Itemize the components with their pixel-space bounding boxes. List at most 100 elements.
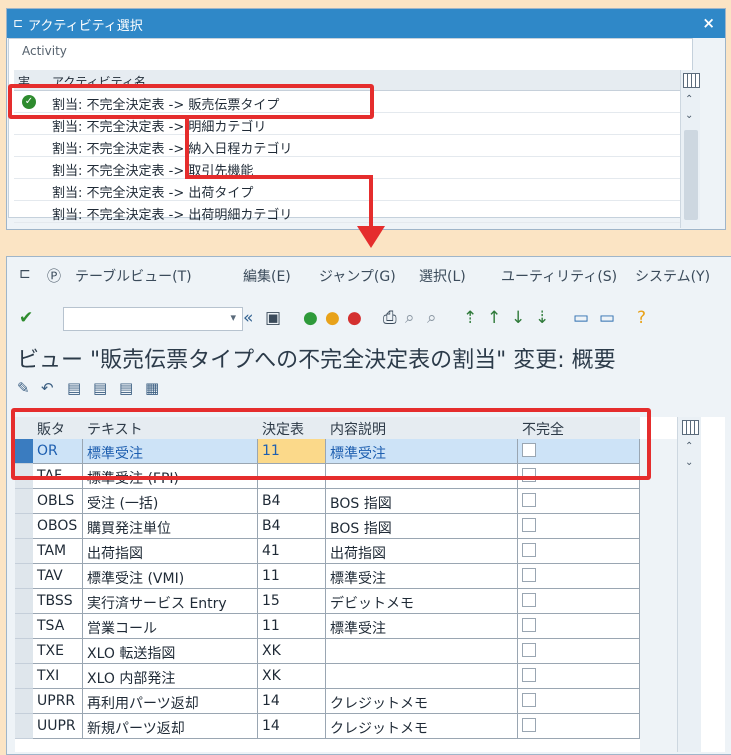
menu-icon[interactable]: ⊏ <box>19 266 31 282</box>
incomplete-checkbox[interactable] <box>522 668 536 682</box>
table-row[interactable]: OBLS 受注 (一括) B4 BOS 指図 <box>15 489 640 514</box>
cell-determination[interactable]: B4 <box>258 514 326 539</box>
cell-determination-text: XK <box>262 643 281 659</box>
activity-row[interactable]: 割当: 不完全決定表 -> 出荷タイプ <box>14 179 680 201</box>
cell-text: 実行済サービス Entry <box>83 589 258 614</box>
row-selector[interactable] <box>15 689 33 714</box>
new-session-icon[interactable]: ▭ <box>573 307 589 329</box>
row-selector[interactable] <box>15 489 33 514</box>
cell-determination[interactable]: 11 <box>258 614 326 639</box>
row-selector[interactable] <box>15 589 33 614</box>
undo-icon[interactable]: ↶ <box>41 379 54 397</box>
next-page-icon[interactable]: ↓ <box>511 307 525 329</box>
table-settings-icon[interactable] <box>683 73 700 88</box>
last-page-icon[interactable]: ⇣ <box>535 307 549 329</box>
scroll-down-icon[interactable]: ⌄ <box>685 110 693 121</box>
incomplete-checkbox[interactable] <box>522 568 536 582</box>
cell-sales-doc-type: TXI <box>33 664 83 689</box>
row-selector[interactable] <box>15 639 33 664</box>
cell-determination[interactable]: XK <box>258 664 326 689</box>
cell-incomplete <box>518 664 640 689</box>
first-page-icon[interactable]: ⇡ <box>463 307 477 329</box>
cancel-icon[interactable]: ● <box>347 307 362 329</box>
exit-icon[interactable]: ● <box>325 307 340 329</box>
prev-page-icon[interactable]: ↑ <box>487 307 501 329</box>
enter-icon[interactable]: ✔ <box>19 307 33 329</box>
menu-jump[interactable]: ジャンプ(G) <box>319 266 396 286</box>
row-selector[interactable] <box>15 664 33 689</box>
table-row[interactable]: TXI XLO 内部発注 XK <box>15 664 640 689</box>
dialog-app-icon: ⊏ <box>13 16 24 30</box>
history-back-icon[interactable]: « <box>243 307 253 329</box>
incomplete-checkbox[interactable] <box>522 543 536 557</box>
row-selector[interactable] <box>15 564 33 589</box>
menu-system[interactable]: システム(Y) <box>635 266 710 286</box>
table-settings-icon[interactable] <box>682 420 699 435</box>
cell-sales-doc-type-text: OBLS <box>37 493 75 509</box>
cell-determination[interactable]: 11 <box>258 564 326 589</box>
cell-determination[interactable]: XK <box>258 639 326 664</box>
cell-text: 購買発注単位 <box>83 514 258 539</box>
table-row[interactable]: TBSS 実行済サービス Entry 15 デビットメモ <box>15 589 640 614</box>
cell-description: 標準受注 <box>326 564 518 589</box>
incomplete-checkbox[interactable] <box>522 693 536 707</box>
incomplete-checkbox[interactable] <box>522 643 536 657</box>
menu-bar: ⊏ Ⓟ テーブルビュー(T) 編集(E) ジャンプ(G) 選択(L) ユーティリ… <box>7 257 731 295</box>
scroll-down-icon[interactable]: ⌄ <box>685 457 693 468</box>
save-icon[interactable]: ▣ <box>265 307 281 329</box>
help-icon[interactable]: ? <box>637 307 646 329</box>
menu-edit[interactable]: 編集(E) <box>243 266 291 286</box>
scroll-thumb[interactable] <box>684 130 698 220</box>
cell-determination[interactable]: 14 <box>258 714 326 739</box>
table-row[interactable]: TSA 営業コール 11 標準受注 <box>15 614 640 639</box>
table-row[interactable]: UUPR 新規パーツ返却 14 クレジットメモ <box>15 714 640 739</box>
row-selector[interactable] <box>15 514 33 539</box>
find-next-icon[interactable]: ⌕ <box>427 307 437 329</box>
copy-as-icon[interactable]: ▤ <box>93 379 107 397</box>
cell-text: 標準受注 (VMI) <box>83 564 258 589</box>
find-icon[interactable]: ⌕ <box>405 307 415 329</box>
close-icon[interactable]: × <box>702 14 715 32</box>
delete-icon[interactable]: ▤ <box>119 379 133 397</box>
table-row[interactable]: UPRR 再利用パーツ返却 14 クレジットメモ <box>15 689 640 714</box>
table-scrollbar[interactable]: ⌃ ⌄ <box>677 417 701 752</box>
activity-row[interactable]: 割当: 不完全決定表 -> 出荷明細カテゴリ <box>14 201 680 223</box>
menu-utilities[interactable]: ユーティリティ(S) <box>501 266 617 286</box>
table-row[interactable]: OBOS 購買発注単位 B4 BOS 指図 <box>15 514 640 539</box>
incomplete-checkbox[interactable] <box>522 618 536 632</box>
row-selector[interactable] <box>15 539 33 564</box>
shortcut-icon[interactable]: ▭ <box>599 307 615 329</box>
dialog-scrollbar[interactable]: ⌃ ⌄ <box>680 70 700 228</box>
print-icon[interactable]: ⎙ <box>383 307 397 329</box>
cell-sales-doc-type: TBSS <box>33 589 83 614</box>
scroll-up-icon[interactable]: ⌃ <box>685 94 693 105</box>
table-row[interactable]: TAM 出荷指図 41 出荷指図 <box>15 539 640 564</box>
cell-determination[interactable]: B4 <box>258 489 326 514</box>
group-label: Activity <box>22 44 67 58</box>
display-change-icon[interactable]: ✎ <box>17 379 30 397</box>
table-row[interactable]: TXE XLO 転送指図 XK <box>15 639 640 664</box>
back-icon[interactable]: ● <box>303 307 318 329</box>
scroll-up-icon[interactable]: ⌃ <box>685 441 693 452</box>
incomplete-checkbox[interactable] <box>522 493 536 507</box>
row-selector[interactable] <box>15 614 33 639</box>
select-all-icon[interactable]: ▦ <box>145 379 159 397</box>
command-field[interactable]: ▾ <box>63 307 243 331</box>
chevron-down-icon[interactable]: ▾ <box>230 311 236 324</box>
menu-table-view[interactable]: テーブルビュー(T) <box>75 266 192 286</box>
cell-determination[interactable]: 15 <box>258 589 326 614</box>
menu-select[interactable]: 選択(L) <box>419 266 466 286</box>
parking-icon[interactable]: Ⓟ <box>47 266 61 286</box>
cell-sales-doc-type-text: UPRR <box>37 693 76 709</box>
table-row[interactable]: TAV 標準受注 (VMI) 11 標準受注 <box>15 564 640 589</box>
cell-determination[interactable]: 41 <box>258 539 326 564</box>
cell-sales-doc-type-text: TAM <box>37 543 67 559</box>
incomplete-checkbox[interactable] <box>522 718 536 732</box>
incomplete-checkbox[interactable] <box>522 593 536 607</box>
incomplete-checkbox[interactable] <box>522 518 536 532</box>
new-entries-icon[interactable]: ▤ <box>67 379 81 397</box>
cell-determination[interactable]: 14 <box>258 689 326 714</box>
activity-row[interactable]: 割当: 不完全決定表 -> 納入日程カテゴリ <box>14 135 680 157</box>
row-selector[interactable] <box>15 714 33 739</box>
cell-description-text: BOS 指図 <box>330 521 392 537</box>
